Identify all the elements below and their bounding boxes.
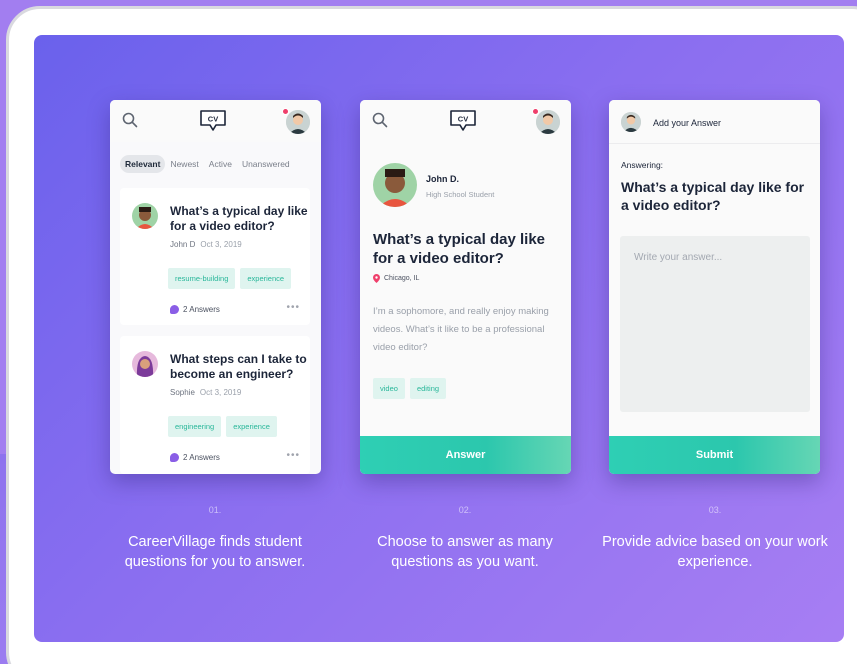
- question-title[interactable]: What steps can I take to become an engin…: [170, 352, 310, 382]
- author-role: High School Student: [426, 190, 495, 199]
- tag[interactable]: video: [373, 378, 405, 399]
- feed-screen: CV Relevant Newest Active Unanswered Wha…: [110, 100, 321, 474]
- step-number: 01.: [208, 505, 222, 515]
- question-meta: John D Oct 3, 2019: [170, 240, 242, 249]
- author-name: John D.: [426, 174, 459, 184]
- question-title: What’s a typical day like for a video ed…: [621, 179, 805, 213]
- question-card[interactable]: What steps can I take to become an engin…: [120, 336, 310, 474]
- question-title: What’s a typical day like for a video ed…: [373, 231, 546, 267]
- step-description: Provide advice based on your work experi…: [602, 534, 828, 570]
- answer-count[interactable]: 2 Answers: [170, 453, 220, 462]
- location-label: Chicago, IL: [384, 275, 420, 282]
- user-avatar: [621, 112, 641, 132]
- question-date: Oct 3, 2019: [199, 388, 242, 397]
- question-body: I’m a sophomore, and really enjoy making…: [373, 306, 549, 353]
- careervillage-logo-icon[interactable]: CV: [449, 109, 477, 133]
- tab-newest[interactable]: Newest: [165, 155, 203, 173]
- chat-bubble-icon: [170, 453, 179, 462]
- search-icon[interactable]: [122, 112, 138, 128]
- composer-title: Add your Answer: [653, 118, 722, 128]
- tag-list: resume-building experience: [168, 268, 292, 289]
- user-avatar[interactable]: [286, 110, 310, 134]
- answer-composer-screen: Add your Answer Answering: What’s a typi…: [609, 100, 820, 474]
- author-avatar: [132, 351, 158, 377]
- step-description: Choose to answer as many questions as yo…: [377, 534, 553, 570]
- tag[interactable]: editing: [409, 378, 447, 399]
- svg-text:CV: CV: [458, 115, 468, 124]
- answer-count-label: 2 Answers: [183, 453, 220, 462]
- step-caption: 03. Provide advice based on your work ex…: [600, 505, 830, 572]
- step-description: CareerVillage finds student questions fo…: [124, 534, 306, 570]
- location: Chicago, IL: [373, 274, 419, 283]
- user-avatar[interactable]: [536, 110, 560, 134]
- question-date: Oct 3, 2019: [200, 240, 242, 249]
- more-options-icon[interactable]: •••: [286, 450, 300, 461]
- question-meta: Sophie Oct 3, 2019: [170, 388, 241, 397]
- author-avatar: [373, 163, 417, 207]
- author-avatar: [132, 203, 158, 229]
- tag[interactable]: resume-building: [168, 268, 236, 289]
- steps-panel: CV Relevant Newest Active Unanswered Wha…: [34, 35, 844, 642]
- answer-count-label: 2 Answers: [183, 305, 220, 314]
- tab-unanswered[interactable]: Unanswered: [237, 155, 295, 173]
- more-options-icon[interactable]: •••: [286, 302, 300, 313]
- tag[interactable]: engineering: [168, 416, 222, 437]
- top-bar: Add your Answer: [609, 100, 820, 144]
- filter-tabs: Relevant Newest Active Unanswered: [120, 155, 295, 173]
- tag-list: engineering experience: [168, 416, 277, 437]
- author-name: Sophie: [170, 388, 195, 397]
- location-pin-icon: [373, 274, 380, 283]
- svg-text:CV: CV: [208, 115, 218, 124]
- author-name: John D: [170, 240, 196, 249]
- answering-label: Answering:: [621, 160, 664, 170]
- question-card[interactable]: What’s a typical day like for a video ed…: [120, 188, 310, 325]
- chat-bubble-icon: [170, 305, 179, 314]
- step-number: 02.: [458, 505, 472, 515]
- tab-relevant[interactable]: Relevant: [120, 155, 166, 173]
- tab-active[interactable]: Active: [204, 155, 237, 173]
- tag-list: video editing: [373, 378, 447, 399]
- tag[interactable]: experience: [226, 416, 277, 437]
- question-title[interactable]: What’s a typical day like for a video ed…: [170, 204, 310, 234]
- step-number: 03.: [708, 505, 722, 515]
- answer-button[interactable]: Answer: [360, 436, 571, 474]
- step-caption: 01. CareerVillage finds student question…: [100, 505, 330, 572]
- answer-count[interactable]: 2 Answers: [170, 305, 220, 314]
- submit-button[interactable]: Submit: [609, 436, 820, 474]
- tag[interactable]: experience: [240, 268, 292, 289]
- answer-textarea[interactable]: Write your answer...: [620, 236, 810, 412]
- top-bar: CV: [110, 100, 321, 142]
- step-caption: 02. Choose to answer as many questions a…: [350, 505, 580, 572]
- top-bar: CV: [360, 100, 571, 142]
- careervillage-logo-icon[interactable]: CV: [199, 109, 227, 133]
- search-icon[interactable]: [372, 112, 388, 128]
- question-detail-screen: CV John D. High School Student What’s a …: [360, 100, 571, 474]
